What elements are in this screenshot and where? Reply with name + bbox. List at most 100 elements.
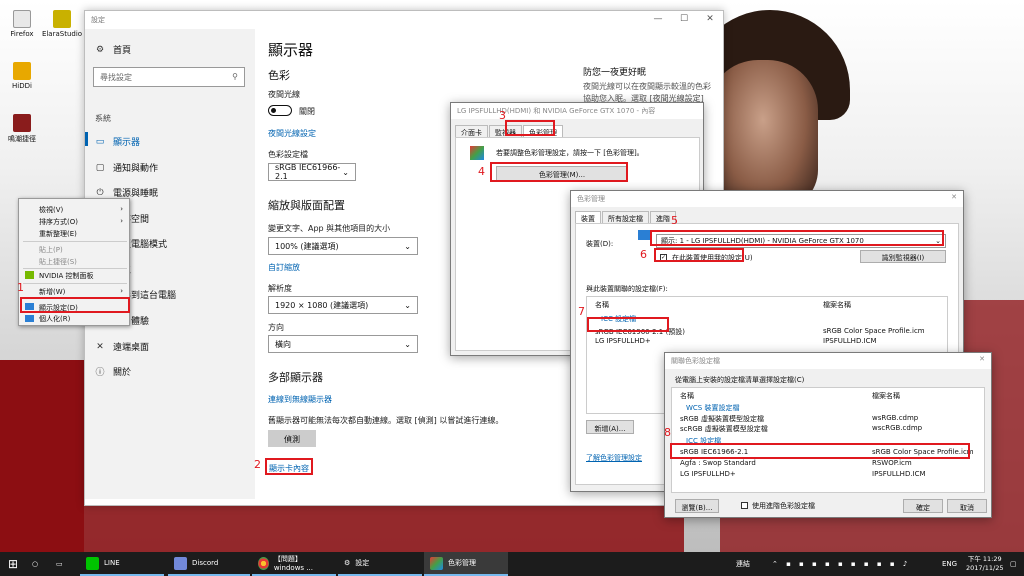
profile-name[interactable]: LG IPSFULLHD+ bbox=[595, 337, 651, 345]
chrome-icon bbox=[258, 556, 269, 570]
nav-item-remote[interactable]: ✕ 遠端桌面 bbox=[95, 340, 149, 354]
menu-item-personalize[interactable]: 個人化(R) bbox=[39, 314, 70, 324]
desktop-icon-label: Firefox bbox=[10, 30, 34, 38]
monitor-icon: ▭ bbox=[95, 136, 105, 147]
step-number: 2 bbox=[254, 458, 261, 471]
menu-item-paste-shortcut[interactable]: 貼上捷徑(S) bbox=[39, 257, 77, 267]
profile-name[interactable]: scRGB 虛擬裝置模型設定檔 bbox=[680, 424, 768, 434]
desktop-icon[interactable]: HiDDi bbox=[0, 62, 44, 90]
highlight-box bbox=[654, 248, 744, 262]
menu-item-nvidia[interactable]: NVIDIA 控制面板 bbox=[39, 271, 94, 281]
taskbar-item-settings[interactable]: ⚙ 設定 bbox=[338, 552, 422, 576]
taskbar-item-line[interactable]: LINE bbox=[80, 552, 164, 576]
nav-item-notifications[interactable]: ▢ 通知與動作 bbox=[95, 161, 159, 175]
taskbar-item-color-management[interactable]: 色彩管理 bbox=[424, 552, 508, 576]
profile-file: sRGB Color Space Profile.icm bbox=[823, 327, 925, 335]
menu-divider bbox=[23, 283, 127, 284]
advanced-profiles-checkbox[interactable] bbox=[741, 502, 748, 509]
color-profile-dropdown[interactable]: sRGB IEC61966-2.1 ⌄ bbox=[268, 163, 356, 181]
start-button[interactable]: ⊞ bbox=[2, 552, 24, 576]
nav-section-label: 系統 bbox=[95, 114, 111, 123]
search-input[interactable]: 尋找設定 ⚲ bbox=[93, 67, 245, 87]
profile-name[interactable]: LG IPSFULLHD+ bbox=[680, 470, 736, 478]
desktop-icon[interactable]: 鳴潮捷徑 bbox=[0, 114, 44, 144]
profile-file: wscRGB.cdmp bbox=[872, 424, 923, 432]
taskbar-item-label: 【問題】windows ... bbox=[273, 555, 313, 572]
info-icon: ⓘ bbox=[95, 368, 105, 378]
dialog-footer bbox=[551, 339, 553, 349]
night-light-toggle[interactable] bbox=[268, 105, 292, 116]
task-view-button[interactable]: ▭ bbox=[50, 552, 69, 576]
nav-item-label: 通知與動作 bbox=[113, 164, 159, 174]
gear-icon: ⚙ bbox=[344, 559, 351, 567]
desktop-icon-label: 鳴潮捷徑 bbox=[8, 135, 36, 143]
browse-button[interactable]: 瀏覽(B)... bbox=[675, 499, 719, 513]
orientation-dropdown[interactable]: 橫向 ⌄ bbox=[268, 335, 418, 353]
nav-item-display[interactable]: ▭ 顯示器 bbox=[84, 132, 140, 148]
resolution-dropdown[interactable]: 1920 × 1080 (建議選項) ⌄ bbox=[268, 296, 418, 314]
resolution-value: 1920 × 1080 (建議選項) bbox=[275, 300, 369, 310]
close-icon[interactable]: ✕ bbox=[951, 193, 957, 201]
scale-heading: 縮放與版面配置 bbox=[268, 199, 345, 212]
highlight-box bbox=[20, 297, 130, 313]
detect-button[interactable]: 偵測 bbox=[268, 430, 316, 447]
maximize-icon[interactable]: ☐ bbox=[671, 11, 697, 27]
tray-links-label[interactable]: 連結 bbox=[730, 552, 756, 576]
nav-home[interactable]: ⚙ 首頁 bbox=[95, 43, 131, 57]
chevron-right-icon: › bbox=[120, 287, 123, 295]
taskbar-item-discord[interactable]: Discord bbox=[168, 552, 250, 576]
step-number: 6 bbox=[640, 248, 647, 261]
menu-item-paste[interactable]: 貼上(P) bbox=[39, 245, 63, 255]
step-number: 4 bbox=[478, 165, 485, 178]
nav-item-about[interactable]: ⓘ 關於 bbox=[95, 365, 131, 378]
column-header-name: 名稱 bbox=[680, 392, 694, 400]
search-icon: ⚲ bbox=[232, 72, 238, 81]
nav-item-label: 關於 bbox=[113, 368, 132, 378]
color-management-icon bbox=[470, 146, 484, 160]
personalize-icon bbox=[25, 315, 34, 322]
notification-icon: ▢ bbox=[1010, 560, 1017, 568]
menu-item-new[interactable]: 新增(W) bbox=[39, 287, 65, 297]
task-view-icon: ▭ bbox=[56, 560, 63, 568]
profile-file: RSWOP.icm bbox=[872, 459, 912, 467]
column-header-file: 檔案名稱 bbox=[872, 392, 900, 400]
chevron-down-icon: ⌄ bbox=[404, 339, 411, 349]
search-placeholder: 尋找設定 bbox=[100, 73, 132, 82]
desktop-icon[interactable]: Firefox bbox=[0, 10, 44, 38]
profile-file: wsRGB.cdmp bbox=[872, 414, 919, 422]
profile-file: IPSFULLHD.ICM bbox=[872, 470, 926, 478]
taskbar-item-browser[interactable]: 【問題】windows ... bbox=[252, 552, 336, 576]
ime-indicator[interactable]: ENG bbox=[936, 552, 963, 576]
dialog-title-bar: 關聯色彩設定檔 ✕ bbox=[665, 353, 991, 369]
profile-name[interactable]: sRGB 虛擬裝置模型設定檔 bbox=[680, 414, 764, 424]
learn-more-link[interactable]: 了解色彩管理設定 bbox=[586, 453, 642, 463]
notification-icon: ▢ bbox=[95, 162, 105, 173]
custom-scaling-link[interactable]: 自訂縮放 bbox=[268, 262, 300, 273]
taskbar-item-label: 設定 bbox=[355, 559, 370, 567]
menu-item-refresh[interactable]: 重新整理(E) bbox=[39, 229, 77, 239]
add-profile-button[interactable]: 新增(A)... bbox=[586, 420, 634, 434]
clock[interactable]: 下午 11:29 2017/11/25 bbox=[966, 555, 1003, 573]
wireless-display-link[interactable]: 連線到無線顯示器 bbox=[268, 394, 332, 405]
text-size-value: 100% (建議選項) bbox=[275, 241, 339, 251]
cancel-button[interactable]: 取消 bbox=[947, 499, 987, 513]
desktop-icon[interactable]: ElaraStudio bbox=[40, 10, 84, 38]
notification-button[interactable]: ▢ bbox=[1004, 552, 1023, 576]
ok-button[interactable]: 確定 bbox=[903, 499, 943, 513]
minimize-icon[interactable]: — bbox=[645, 11, 671, 27]
nav-section-title: 系統 bbox=[95, 113, 111, 124]
menu-item-sort[interactable]: 排序方式(O) bbox=[39, 217, 78, 227]
close-icon[interactable]: ✕ bbox=[979, 355, 985, 363]
night-light-label: 夜間光線 bbox=[268, 90, 300, 99]
night-light-settings-link[interactable]: 夜間光線設定 bbox=[268, 128, 316, 139]
text-size-dropdown[interactable]: 100% (建議選項) ⌄ bbox=[268, 237, 418, 255]
tray-icons[interactable]: ⌃ ▪ ▪ ▪ ▪ ▪ ▪ ▪ ▪ ▪ ♪ bbox=[766, 552, 916, 576]
search-button[interactable]: ○ bbox=[26, 552, 44, 576]
close-icon[interactable]: ✕ bbox=[697, 11, 723, 27]
profile-name[interactable]: Agfa : Swop Standard bbox=[680, 459, 756, 467]
identify-monitors-button[interactable]: 識別監視器(I) bbox=[860, 250, 946, 263]
menu-item-view[interactable]: 檢視(V) bbox=[39, 205, 63, 215]
profile-list-caption: 從電腦上安裝的設定檔清單選擇設定檔(C) bbox=[675, 376, 805, 384]
color-management-description: 若要調整色彩管理設定，請按一下 [色彩管理]。 bbox=[496, 149, 644, 157]
highlight-box bbox=[650, 230, 944, 246]
